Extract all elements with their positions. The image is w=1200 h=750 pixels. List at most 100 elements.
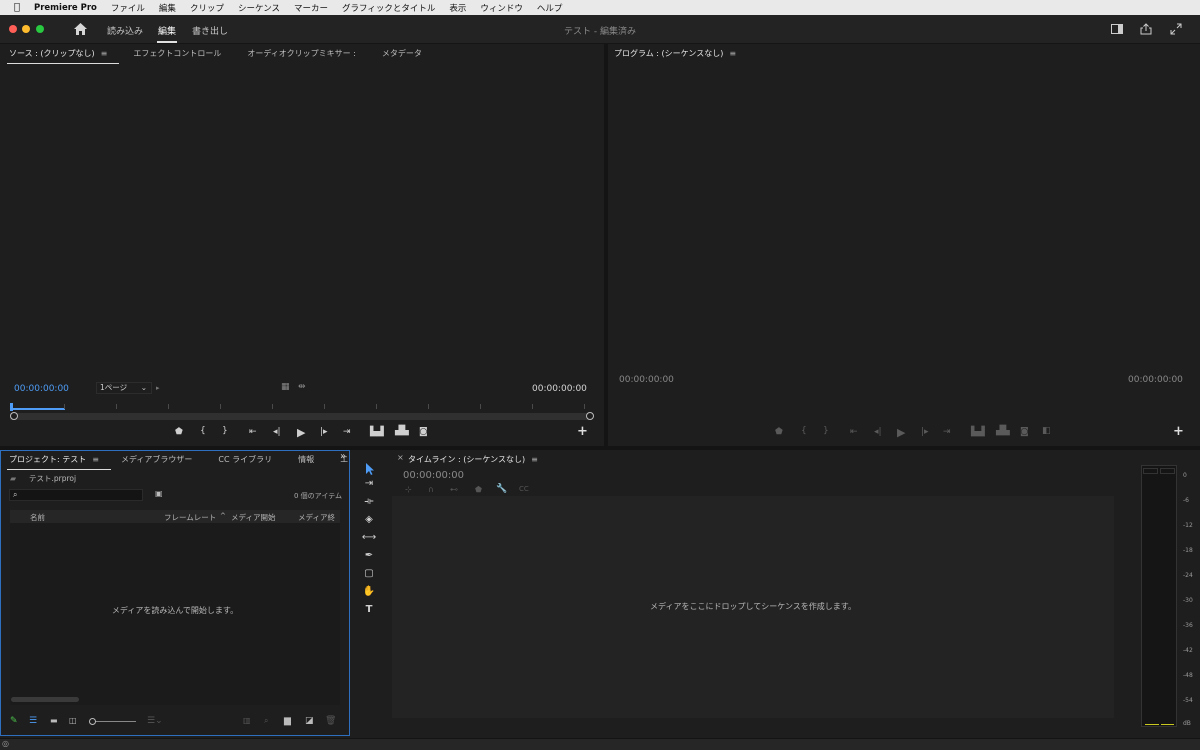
lift-icon[interactable]: ▙▟ <box>971 427 985 437</box>
step-forward-icon[interactable]: |▸ <box>320 427 328 437</box>
menu-graphics[interactable]: グラフィックとタイトル <box>342 2 435 14</box>
new-search-bin-icon[interactable]: ▣ <box>155 489 163 498</box>
share-icon[interactable] <box>1140 23 1152 35</box>
zoom-handle-left[interactable] <box>10 412 18 420</box>
column-media-start[interactable]: メディア開始 <box>231 512 275 523</box>
close-icon[interactable]: × <box>397 453 404 462</box>
zoom-handle-right[interactable] <box>586 412 594 420</box>
export-frame-icon[interactable]: ◙ <box>419 427 428 437</box>
nest-icon[interactable]: ⊹ <box>405 485 412 494</box>
pen-tool-icon[interactable]: ✒ <box>361 550 377 564</box>
menu-view[interactable]: 表示 <box>449 2 466 14</box>
go-to-in-icon[interactable]: ⇤ <box>249 427 257 437</box>
mark-in-icon[interactable]: { <box>801 426 807 436</box>
zoom-slider-handle[interactable] <box>89 718 96 725</box>
zoom-slider[interactable] <box>92 721 136 722</box>
panel-menu-icon[interactable]: ≡ <box>101 49 108 58</box>
go-to-in-icon[interactable]: ⇤ <box>850 427 858 437</box>
menu-edit[interactable]: 編集 <box>159 2 176 14</box>
column-name[interactable]: 名前 <box>30 512 45 523</box>
menu-marker[interactable]: マーカー <box>294 2 328 14</box>
tab-cc-libraries[interactable]: CC ライブラリ <box>218 454 272 465</box>
go-to-out-icon[interactable]: ⇥ <box>343 427 351 437</box>
hand-tool-icon[interactable]: ✋ <box>361 586 377 600</box>
find-icon[interactable]: ⌕ <box>264 716 268 726</box>
captions-icon[interactable]: CC <box>519 485 529 493</box>
export-frame-icon[interactable]: ◙ <box>1020 427 1029 437</box>
tab-effect-controls[interactable]: エフェクトコントロール <box>133 48 221 59</box>
tab-timeline[interactable]: タイムライン : (シーケンスなし) ≡ <box>408 454 538 465</box>
menu-window[interactable]: ウィンドウ <box>480 2 523 14</box>
step-forward-icon[interactable]: |▸ <box>921 427 929 437</box>
mark-out-icon[interactable]: } <box>823 426 829 436</box>
snap-icon[interactable]: ∩ <box>428 485 434 494</box>
tab-project[interactable]: プロジェクト: テスト ≡ <box>7 454 111 470</box>
tab-info[interactable]: 情報 <box>298 454 314 465</box>
timeline-timecode[interactable]: 00:00:00:00 <box>403 470 464 481</box>
panel-menu-icon[interactable]: ≡ <box>92 455 99 464</box>
overwrite-icon[interactable]: ▟▙ <box>395 426 409 436</box>
horizontal-scrollbar[interactable] <box>11 697 79 702</box>
button-editor-icon[interactable]: + <box>577 424 588 439</box>
button-editor-icon[interactable]: + <box>1173 424 1184 439</box>
mark-out-icon[interactable]: } <box>222 426 228 436</box>
ripple-edit-tool-icon[interactable]: ⟛ <box>361 496 377 510</box>
mark-in-icon[interactable]: { <box>200 426 206 436</box>
tab-source[interactable]: ソース : (クリップなし) ≡ <box>7 48 120 64</box>
source-zoom-range[interactable] <box>10 408 65 410</box>
panel-menu-icon[interactable]: ≡ <box>531 455 538 464</box>
sort-ascending-icon[interactable]: ^ <box>220 512 226 520</box>
sort-icons-icon[interactable]: ☰⌄ <box>147 716 163 726</box>
menu-clip[interactable]: クリップ <box>190 2 224 14</box>
triangle-right-icon[interactable]: ▸ <box>156 384 160 392</box>
track-select-tool-icon[interactable]: ⇥ <box>361 478 377 492</box>
tab-audio-clip-mixer[interactable]: オーディオクリップミキサー : <box>247 48 356 59</box>
selection-tool-icon[interactable] <box>362 462 378 476</box>
go-to-out-icon[interactable]: ⇥ <box>943 427 951 437</box>
new-bin-icon[interactable]: ▆ <box>284 716 291 726</box>
menu-help[interactable]: ヘルプ <box>537 2 563 14</box>
overflow-menu-icon[interactable]: » <box>340 451 346 462</box>
linked-selection-icon[interactable]: ⊷ <box>450 485 458 494</box>
source-playhead-timecode[interactable]: 00:00:00:00 <box>14 384 69 394</box>
project-search-input[interactable]: ⌕ <box>9 489 143 501</box>
razor-tool-icon[interactable]: ◈ <box>361 514 377 528</box>
panel-layout-icon[interactable] <box>1111 23 1123 35</box>
type-tool-icon[interactable]: T <box>361 604 377 618</box>
tab-program[interactable]: プログラム : (シーケンスなし) ≡ <box>614 48 736 59</box>
extract-icon[interactable]: ▟▙ <box>996 426 1010 436</box>
cc-sync-icon[interactable]: ◎ <box>2 739 9 748</box>
rectangle-tool-icon[interactable]: ▢ <box>361 568 377 582</box>
page-select-dropdown[interactable]: 1ページ ⌄ <box>96 382 152 394</box>
slip-tool-icon[interactable]: ⟷ <box>361 532 377 546</box>
menu-file[interactable]: ファイル <box>111 2 145 14</box>
menu-sequence[interactable]: シーケンス <box>238 2 280 14</box>
tab-metadata[interactable]: メタデータ <box>382 48 422 59</box>
add-marker-icon[interactable]: ⬟ <box>775 427 783 437</box>
step-back-icon[interactable]: ◂| <box>273 427 281 437</box>
freeform-view-icon[interactable]: ◫ <box>69 716 77 725</box>
trash-icon[interactable]: 🗑 <box>325 716 336 726</box>
panel-menu-icon[interactable]: ≡ <box>729 49 736 58</box>
step-back-icon[interactable]: ◂| <box>874 427 882 437</box>
column-frame-rate[interactable]: フレームレート <box>164 512 216 523</box>
play-icon[interactable]: ▶ <box>297 426 305 439</box>
insert-icon[interactable]: ▙▟ <box>370 427 384 437</box>
fullscreen-icon[interactable] <box>1170 23 1182 35</box>
new-item-icon[interactable]: ◪ <box>305 716 314 726</box>
icon-view-icon[interactable]: ▬ <box>50 716 58 725</box>
pencil-icon[interactable]: ✎ <box>10 716 18 726</box>
drag-audio-icon[interactable]: ⇹ <box>298 382 306 392</box>
app-menu[interactable]: Premiere Pro <box>34 3 97 13</box>
list-view-icon[interactable]: ☰ <box>29 716 37 726</box>
apple-icon[interactable]:  <box>0 2 34 13</box>
automate-to-sequence-icon[interactable]: ▥ <box>243 716 251 725</box>
wrench-icon[interactable]: 🔧 <box>496 484 507 494</box>
source-scrub-bar[interactable] <box>10 413 592 420</box>
play-icon[interactable]: ▶ <box>897 426 905 439</box>
comparison-view-icon[interactable]: ◧ <box>1042 426 1051 436</box>
add-marker-icon[interactable]: ⬟ <box>475 485 482 494</box>
add-marker-icon[interactable]: ⬟ <box>175 427 183 437</box>
source-playhead[interactable] <box>10 403 13 411</box>
tab-media-browser[interactable]: メディアブラウザー <box>121 454 192 465</box>
